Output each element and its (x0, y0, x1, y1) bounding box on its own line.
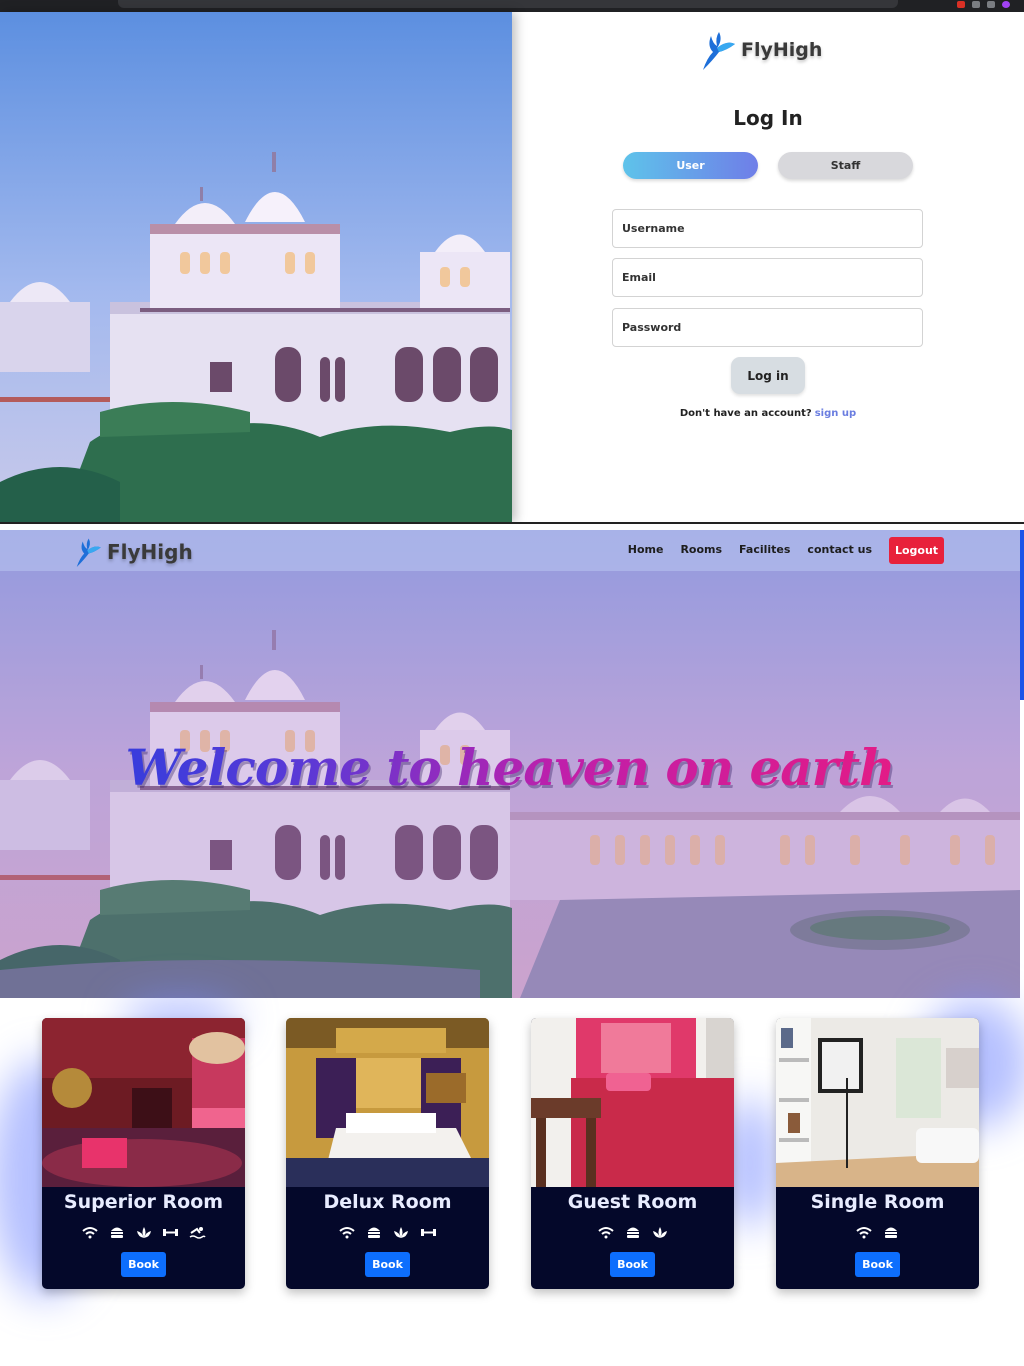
lotus-icon (134, 1225, 153, 1240)
navbar-brand-logo[interactable]: FlyHigh (73, 534, 193, 570)
burger-icon (623, 1225, 642, 1240)
rooms-section: Superior Room Book Delux Room Book Guest… (0, 998, 1024, 1366)
profile-avatar[interactable] (1002, 1, 1010, 8)
bird-logo-icon (76, 538, 101, 567)
burger-icon (882, 1225, 901, 1240)
nav-link-facilities[interactable]: Facilites (739, 543, 790, 556)
signup-link[interactable]: sign up (815, 408, 856, 419)
extension-icon[interactable] (972, 1, 980, 8)
room-title: Superior Room (63, 1191, 224, 1213)
nav-link-rooms[interactable]: Rooms (680, 543, 722, 556)
extension-icon[interactable] (957, 1, 965, 8)
bird-logo-icon (703, 32, 735, 70)
hero-banner: FlyHigh Home Rooms Facilites contact us … (0, 530, 1020, 998)
landing-page: FlyHigh Home Rooms Facilites contact us … (0, 530, 1024, 1366)
address-bar[interactable] (118, 0, 898, 8)
login-title: Log In (733, 106, 803, 130)
browser-extension-icons (957, 1, 1010, 8)
nav-links: Home Rooms Facilites contact us (628, 543, 872, 556)
brand-logo[interactable]: FlyHigh (699, 26, 822, 74)
room-card-single: Single Room Book (776, 1018, 979, 1289)
lotus-icon (392, 1225, 411, 1240)
login-button[interactable]: Log in (731, 357, 805, 394)
password-input[interactable] (612, 308, 923, 347)
single-room-photo (776, 1018, 979, 1187)
browser-top-strip (0, 0, 1024, 12)
login-form: FlyHigh Log In User Staff Log in Don't h… (512, 12, 1024, 522)
dumbbell-icon (161, 1225, 180, 1240)
swimmer-icon (188, 1225, 207, 1240)
role-user-button[interactable]: User (623, 152, 758, 179)
room-card-superior: Superior Room Book (42, 1018, 245, 1289)
nav-link-home[interactable]: Home (628, 543, 664, 556)
wifi-icon (80, 1225, 99, 1240)
room-card-delux: Delux Room Book (286, 1018, 489, 1289)
signup-prompt: Don't have an account? sign up (512, 408, 1024, 419)
wifi-icon (338, 1225, 357, 1240)
extension-icon[interactable] (987, 1, 995, 8)
guest-room-photo (531, 1018, 734, 1187)
book-button[interactable]: Book (610, 1252, 655, 1277)
username-input[interactable] (612, 209, 923, 248)
lotus-icon (650, 1225, 669, 1240)
role-staff-button[interactable]: Staff (778, 152, 913, 179)
book-button[interactable]: Book (855, 1252, 900, 1277)
superior-room-photo (42, 1018, 245, 1187)
signup-prompt-text: Don't have an account? (679, 408, 812, 419)
hero-title: Welcome to heaven on earth (0, 738, 1020, 797)
room-card-guest: Guest Room Book (531, 1018, 734, 1289)
dumbbell-icon (419, 1225, 438, 1240)
palace-photo (0, 12, 512, 522)
room-title: Delux Room (323, 1191, 452, 1213)
role-toggle: User Staff (623, 152, 913, 179)
book-button[interactable]: Book (121, 1252, 166, 1277)
amenity-list (531, 1225, 734, 1240)
wifi-icon (596, 1225, 615, 1240)
delux-room-photo (286, 1018, 489, 1187)
nav-link-contact[interactable]: contact us (807, 543, 872, 556)
section-divider (0, 522, 1024, 530)
navbar-brand-name: FlyHigh (107, 540, 193, 564)
wifi-icon (855, 1225, 874, 1240)
burger-icon (107, 1225, 126, 1240)
burger-icon (365, 1225, 384, 1240)
amenity-list (776, 1225, 979, 1240)
logout-button[interactable]: Logout (889, 537, 944, 564)
book-button[interactable]: Book (365, 1252, 410, 1277)
brand-name: FlyHigh (741, 39, 823, 61)
room-title: Single Room (810, 1191, 945, 1213)
scrollbar-thumb[interactable] (1020, 530, 1024, 700)
login-page: FlyHigh Log In User Staff Log in Don't h… (0, 12, 1024, 522)
room-title: Guest Room (567, 1191, 698, 1213)
top-navbar: FlyHigh Home Rooms Facilites contact us … (0, 530, 1020, 571)
amenity-list (286, 1225, 489, 1240)
email-input[interactable] (612, 258, 923, 297)
amenity-list (42, 1225, 245, 1240)
